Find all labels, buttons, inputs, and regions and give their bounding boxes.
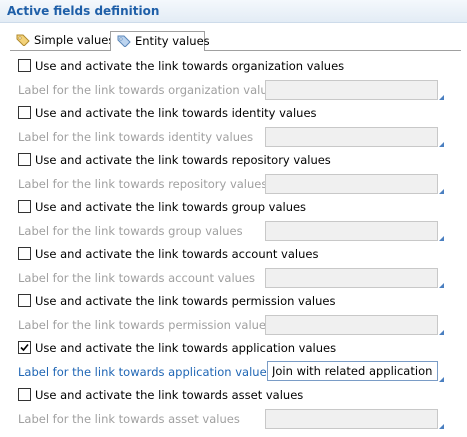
application-checkbox[interactable] <box>18 341 31 354</box>
identity-field-label: Label for the link towards identity valu… <box>18 130 254 144</box>
field-marker-icon <box>439 330 444 335</box>
application-label-field[interactable] <box>267 361 438 381</box>
field-marker-icon <box>439 142 444 147</box>
tab-bar: Simple values Entity values <box>10 31 461 51</box>
checkbox-label: Use and activate the link towards permis… <box>35 294 336 308</box>
application-label-input[interactable] <box>268 362 437 380</box>
group-checkbox[interactable] <box>18 200 31 213</box>
checkbox-label: Use and activate the link towards applic… <box>35 341 337 355</box>
organization-field-label: Label for the link towards organization … <box>18 83 281 97</box>
account-checkbox[interactable] <box>18 247 31 260</box>
account-field-label: Label for the link towards account value… <box>18 271 256 285</box>
group-label-input[interactable] <box>266 222 437 240</box>
field-marker-icon <box>439 283 444 288</box>
account-checkbox-row[interactable]: Use and activate the link towards accoun… <box>18 247 318 263</box>
repository-field-label: Label for the link towards repository va… <box>18 177 268 191</box>
field-marker-icon <box>439 189 444 194</box>
repository-label-field[interactable] <box>265 174 438 194</box>
account-label-field[interactable] <box>265 268 438 288</box>
permission-label-field[interactable] <box>265 315 438 335</box>
asset-label-input[interactable] <box>266 410 437 428</box>
asset-checkbox[interactable] <box>18 388 31 401</box>
checkmark-icon <box>20 343 29 352</box>
section-header: Active fields definition <box>0 0 467 23</box>
tab-label: Entity values <box>135 34 210 48</box>
tab-entity-values[interactable]: Entity values <box>110 31 210 51</box>
tab-simple-values[interactable]: Simple values <box>10 31 114 49</box>
field-marker-icon <box>439 424 444 429</box>
checkbox-label: Use and activate the link towards identi… <box>35 106 317 120</box>
account-label-input[interactable] <box>266 269 437 287</box>
group-label-field[interactable] <box>265 221 438 241</box>
group-checkbox-row[interactable]: Use and activate the link towards group … <box>18 200 306 216</box>
asset-field-label: Label for the link towards asset values <box>18 412 240 426</box>
field-marker-icon <box>439 236 444 241</box>
permission-checkbox-row[interactable]: Use and activate the link towards permis… <box>18 294 335 310</box>
identity-checkbox-row[interactable]: Use and activate the link towards identi… <box>18 106 317 122</box>
identity-label-field[interactable] <box>265 127 438 147</box>
checkbox-label: Use and activate the link towards asset … <box>35 388 304 402</box>
checkbox-label: Use and activate the link towards accoun… <box>35 247 319 261</box>
repository-checkbox[interactable] <box>18 153 31 166</box>
organization-label-input[interactable] <box>266 81 437 99</box>
section-title: Active fields definition <box>7 4 160 18</box>
identity-checkbox[interactable] <box>18 106 31 119</box>
field-marker-icon <box>439 95 444 100</box>
application-checkbox-row[interactable]: Use and activate the link towards applic… <box>18 341 336 357</box>
checkbox-label: Use and activate the link towards reposi… <box>35 153 331 167</box>
permission-checkbox[interactable] <box>18 294 31 307</box>
checkbox-label: Use and activate the link towards group … <box>35 200 307 214</box>
repository-checkbox-row[interactable]: Use and activate the link towards reposi… <box>18 153 331 169</box>
organization-label-field[interactable] <box>265 80 438 100</box>
organization-checkbox-row[interactable]: Use and activate the link towards organi… <box>18 59 344 75</box>
identity-label-input[interactable] <box>266 128 437 146</box>
tag-icon <box>16 34 30 49</box>
permission-label-input[interactable] <box>266 316 437 334</box>
tab-label: Simple values <box>34 33 115 47</box>
repository-label-input[interactable] <box>266 175 437 193</box>
permission-field-label: Label for the link towards permission va… <box>18 318 272 332</box>
organization-checkbox[interactable] <box>18 59 31 72</box>
asset-label-field[interactable] <box>265 409 438 429</box>
field-marker-icon <box>439 377 444 382</box>
tag-icon <box>117 35 131 50</box>
group-field-label: Label for the link towards group values <box>18 224 243 238</box>
asset-checkbox-row[interactable]: Use and activate the link towards asset … <box>18 388 303 404</box>
checkbox-label: Use and activate the link towards organi… <box>35 59 345 73</box>
application-field-label: Label for the link towards application v… <box>18 365 273 379</box>
